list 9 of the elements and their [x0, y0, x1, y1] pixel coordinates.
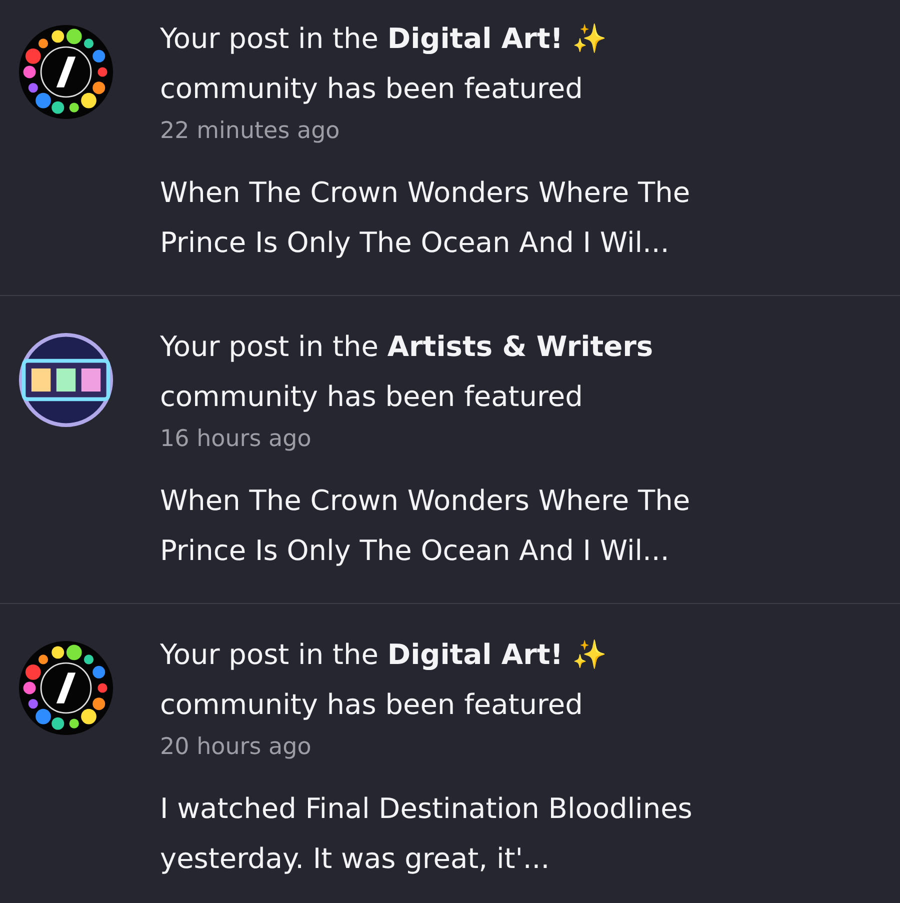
post-preview[interactable]: When The Crown Wonders Where The Prince Is Only The Ocean And I Wil... [160, 168, 690, 268]
timestamp: 20 hours ago [160, 733, 312, 762]
post-preview[interactable]: I watched Final Destination Bloodlines yesterday. It was great, it'... [160, 784, 692, 884]
post-preview[interactable]: When The Crown Wonders Where The Prince Is Only The Ocean And I Wil... [160, 476, 690, 576]
notification-title: Your post in the Digital Art! ✨ community has been featured [160, 21, 607, 107]
notification-title: Your post in the Artists & Writers community has been featured [160, 329, 654, 415]
timestamp: 22 minutes ago [160, 117, 340, 146]
notification-title: Your post in the Digital Art! ✨ community has been featured [160, 637, 607, 723]
timestamp: 16 hours ago [160, 425, 312, 454]
